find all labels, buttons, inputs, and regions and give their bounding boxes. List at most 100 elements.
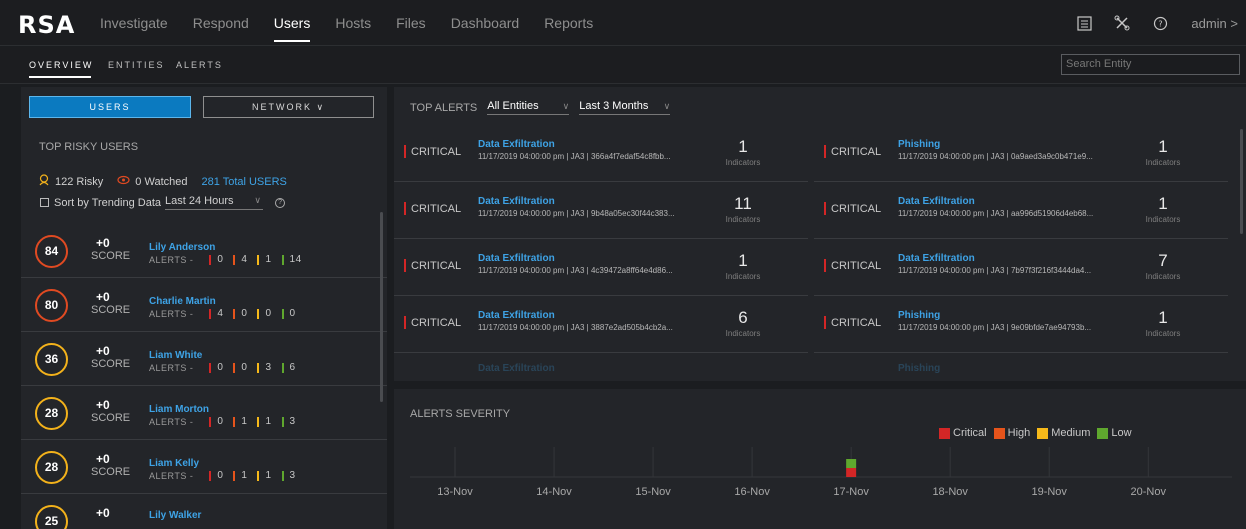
user-name-link[interactable]: Lily Anderson: [149, 242, 215, 253]
indicator-count: 1: [1158, 194, 1168, 213]
nav-investigate[interactable]: Investigate: [100, 0, 168, 46]
user-name-link[interactable]: Lily Walker: [149, 510, 201, 521]
alert-title-link[interactable]: Data Exfiltration: [478, 363, 555, 374]
bar-critical[interactable]: [846, 468, 857, 477]
alert-title-link[interactable]: Data Exfiltration: [478, 310, 555, 321]
user-row[interactable]: 28 +0 SCORE Liam Kelly ALERTS - 0 1 1 3: [21, 440, 387, 494]
user-row[interactable]: 84 +0 SCORE Lily Anderson ALERTS - 0 4 1…: [21, 224, 387, 278]
tab-alerts[interactable]: ALERTS: [176, 60, 223, 70]
alert-title-link[interactable]: Data Exfiltration: [898, 196, 975, 207]
alert-card[interactable]: CRITICAL Data Exfiltration 11/17/2019 04…: [814, 183, 1228, 239]
low-count: 3: [281, 470, 296, 481]
risk-score-circle: 28: [35, 451, 68, 484]
alert-card[interactable]: CRITICAL Data Exfiltration 11/17/2019 04…: [394, 240, 808, 296]
nav-reports[interactable]: Reports: [544, 0, 593, 46]
alert-card-partial[interactable]: Phishing: [814, 354, 1228, 381]
alert-card[interactable]: CRITICAL Data Exfiltration 11/17/2019 04…: [394, 126, 808, 182]
admin-label: admin: [1191, 15, 1227, 31]
user-name-link[interactable]: Liam Kelly: [149, 458, 199, 469]
indicators-label: Indicators: [725, 215, 761, 224]
alert-title-link[interactable]: Data Exfiltration: [478, 253, 555, 264]
user-row[interactable]: 36 +0 SCORE Liam White ALERTS - 0 0 3 6: [21, 332, 387, 386]
bar-low[interactable]: [846, 459, 857, 468]
medium-count: 1: [257, 254, 271, 265]
x-tick-label: 20-Nov: [1130, 486, 1166, 498]
period-select[interactable]: Last 24 Hours ∨: [165, 195, 264, 210]
alert-card[interactable]: CRITICAL Data Exfiltration 11/17/2019 04…: [394, 183, 808, 239]
admin-menu[interactable]: admin >: [1191, 16, 1238, 31]
entity-filter-select[interactable]: All Entities ∨: [487, 100, 570, 115]
alert-title-link[interactable]: Data Exfiltration: [478, 196, 555, 207]
low-count: 3: [281, 416, 296, 427]
alert-meta: 11/17/2019 04:00:00 pm | JA3 | 9b48a05ec…: [478, 209, 675, 218]
main-nav: Investigate Respond Users Hosts Files Da…: [100, 0, 618, 46]
alert-card[interactable]: CRITICAL Data Exfiltration 11/17/2019 04…: [814, 240, 1228, 296]
critical-count: 4: [209, 308, 223, 319]
indicators-label: Indicators: [1145, 215, 1181, 224]
nav-hosts[interactable]: Hosts: [335, 0, 371, 46]
score-delta: +0: [96, 344, 110, 358]
user-name-link[interactable]: Liam White: [149, 350, 202, 361]
help-icon[interactable]: ?: [275, 197, 286, 208]
score-label: SCORE: [91, 466, 131, 478]
tools-icon[interactable]: [1113, 14, 1131, 32]
high-count: 1: [233, 470, 247, 481]
alert-meta: 11/17/2019 04:00:00 pm | JA3 | 366a4f7ed…: [478, 152, 671, 161]
help-icon[interactable]: ?: [1151, 14, 1169, 32]
top-navbar: RSA Investigate Respond Users Hosts File…: [0, 0, 1246, 46]
alert-title-link[interactable]: Phishing: [898, 363, 940, 374]
watched-count[interactable]: 0 Watched: [135, 176, 187, 188]
tab-overview[interactable]: OVERVIEW: [29, 60, 93, 78]
severity-badge: CRITICAL: [404, 259, 461, 272]
indicators-label: Indicators: [1145, 272, 1181, 281]
high-count: 4: [233, 254, 247, 265]
score-delta: +0: [96, 290, 110, 304]
tab-entities[interactable]: ENTITIES: [108, 60, 165, 70]
preferences-icon[interactable]: [1075, 14, 1093, 32]
alert-card-partial[interactable]: Data Exfiltration: [394, 354, 808, 381]
severity-badge: CRITICAL: [824, 145, 881, 158]
alert-title-link[interactable]: Phishing: [898, 310, 940, 321]
nav-dashboard[interactable]: Dashboard: [451, 0, 520, 46]
scrollbar[interactable]: [1240, 129, 1243, 234]
alert-card[interactable]: CRITICAL Phishing 11/17/2019 04:00:00 pm…: [814, 297, 1228, 353]
alert-title-link[interactable]: Data Exfiltration: [478, 139, 555, 150]
alert-title-link[interactable]: Data Exfiltration: [898, 253, 975, 264]
alert-counts: ALERTS - 0 4 1 14: [149, 254, 302, 265]
alert-card[interactable]: CRITICAL Phishing 11/17/2019 04:00:00 pm…: [814, 126, 1228, 182]
alerts-label: ALERTS -: [149, 416, 194, 427]
search-entity-input[interactable]: Search Entity: [1061, 54, 1240, 75]
sort-trending-checkbox[interactable]: [40, 198, 49, 207]
user-counts: 122 Risky 0 Watched 281 Total USERS: [38, 174, 287, 189]
top-risky-users-panel: USERS NETWORK ∨ TOP RISKY USERS 122 Risk…: [21, 87, 387, 529]
alert-card[interactable]: CRITICAL Data Exfiltration 11/17/2019 04…: [394, 297, 808, 353]
user-name-link[interactable]: Liam Morton: [149, 404, 209, 415]
alert-counts: ALERTS - 0 0 3 6: [149, 362, 296, 373]
user-row[interactable]: 25 +0 Lily Walker: [21, 494, 387, 529]
low-count: 0: [281, 308, 296, 319]
low-count: 14: [281, 254, 302, 265]
network-toggle-button[interactable]: NETWORK ∨: [203, 96, 374, 118]
chevron-right-icon: >: [1230, 15, 1238, 31]
period-filter-select[interactable]: Last 3 Months ∨: [579, 100, 671, 115]
total-users-link[interactable]: 281 Total USERS: [201, 176, 286, 188]
score-delta: +0: [96, 236, 110, 250]
users-toggle-button[interactable]: USERS: [29, 96, 191, 118]
entity-filter-value: All Entities: [487, 100, 539, 112]
alert-meta: 11/17/2019 04:00:00 pm | JA3 | 3887e2ad5…: [478, 323, 673, 332]
nav-users[interactable]: Users: [273, 0, 310, 46]
indicators-label: Indicators: [725, 329, 761, 338]
nav-files[interactable]: Files: [396, 0, 426, 46]
alerts-label: ALERTS -: [149, 470, 194, 481]
high-count: 1: [233, 416, 247, 427]
nav-respond[interactable]: Respond: [193, 0, 249, 46]
user-row[interactable]: 80 +0 SCORE Charlie Martin ALERTS - 4 0 …: [21, 278, 387, 332]
scrollbar[interactable]: [380, 212, 383, 402]
risky-count[interactable]: 122 Risky: [55, 176, 103, 188]
alert-title-link[interactable]: Phishing: [898, 139, 940, 150]
period-select-value: Last 24 Hours: [165, 195, 234, 207]
user-row[interactable]: 28 +0 SCORE Liam Morton ALERTS - 0 1 1 3: [21, 386, 387, 440]
user-name-link[interactable]: Charlie Martin: [149, 296, 216, 307]
critical-count: 0: [209, 470, 223, 481]
critical-count: 0: [209, 362, 223, 373]
